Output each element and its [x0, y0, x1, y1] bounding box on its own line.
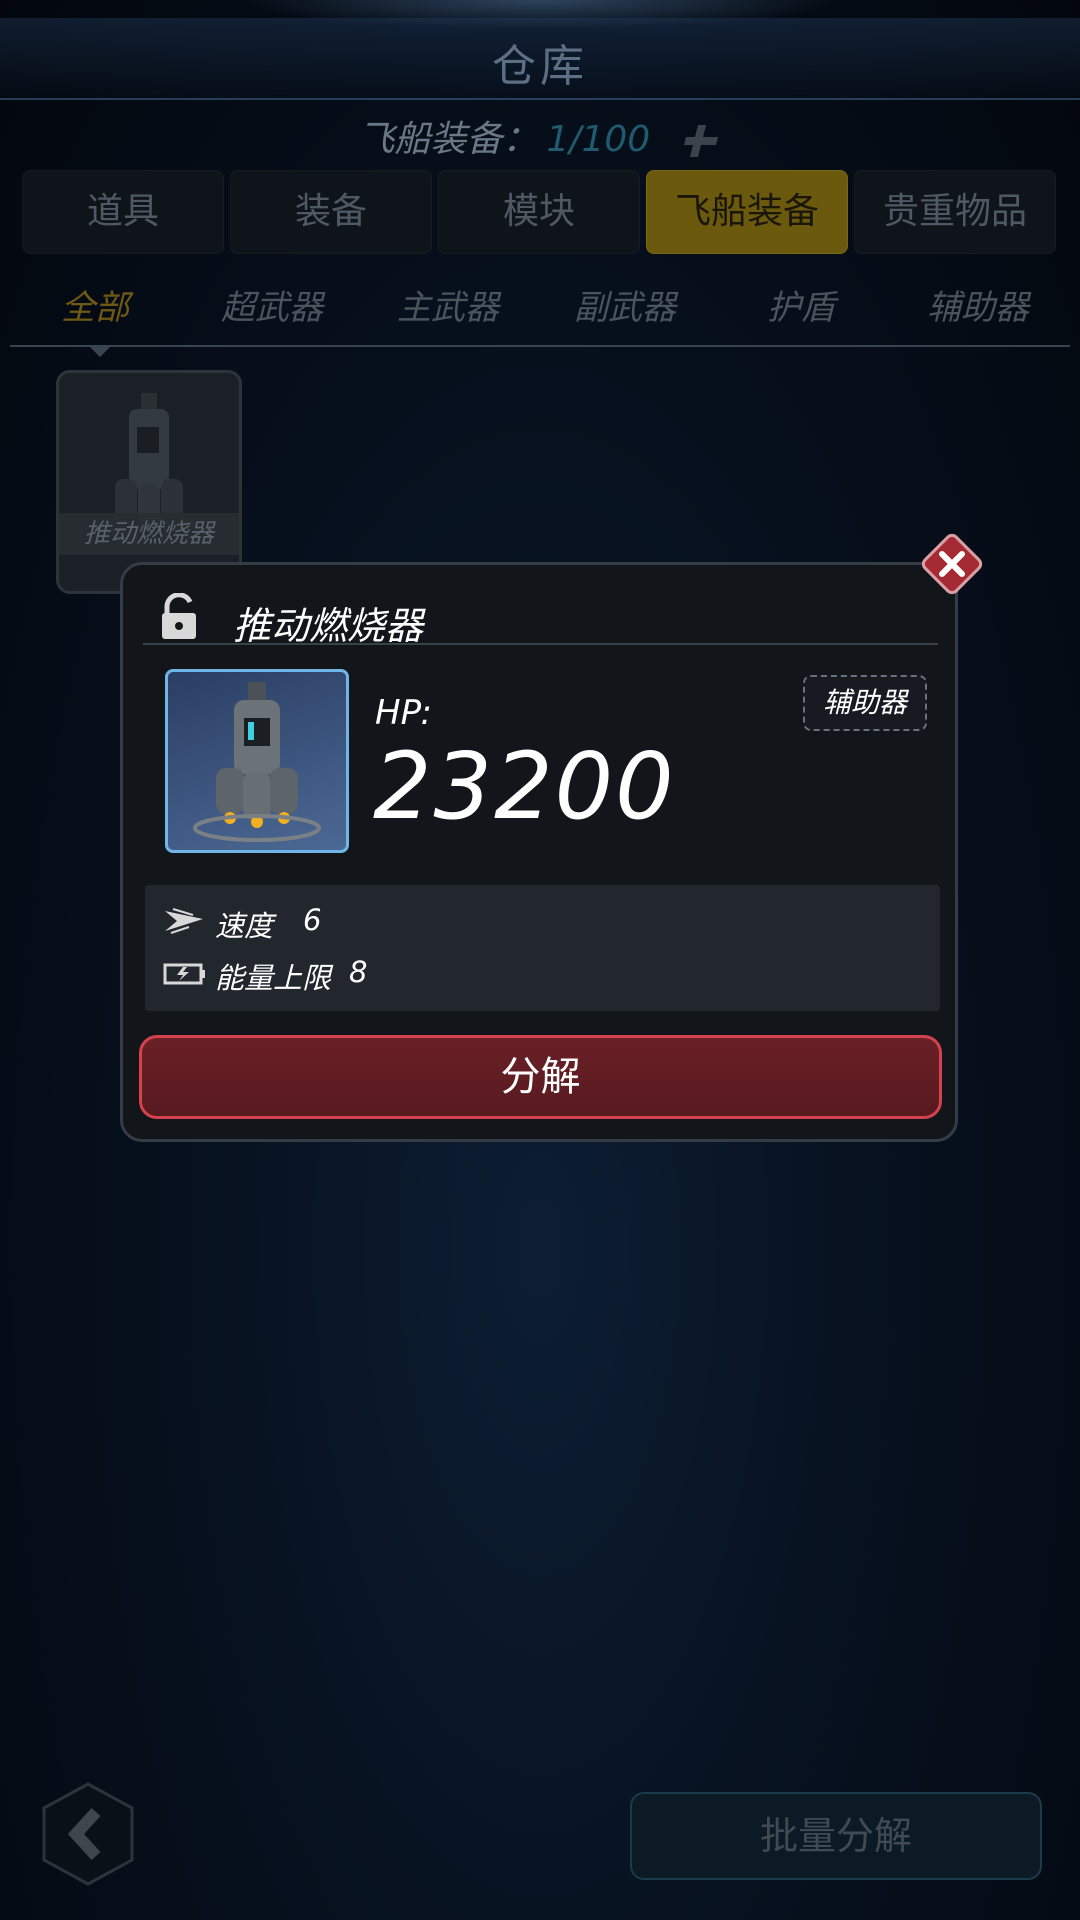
stat-name-energy: 能量上限 — [215, 961, 332, 995]
inventory-item[interactable]: 推动燃烧器 — [56, 370, 242, 594]
subtab-super-weapon[interactable]: 超武器 — [187, 280, 357, 329]
stat-value-speed: 6 — [303, 903, 322, 937]
plus-icon[interactable] — [682, 121, 722, 161]
tab-equipment[interactable]: 装备 — [230, 170, 432, 254]
subtab-shield[interactable]: 护盾 — [716, 280, 886, 329]
item-image — [165, 669, 349, 853]
unlock-icon[interactable] — [159, 593, 199, 641]
sub-tabs: 全部 超武器 主武器 副武器 护盾 辅助器 — [10, 280, 1070, 340]
capacity-row: 飞船装备： 1/100 — [0, 110, 1080, 162]
subtab-main-weapon[interactable]: 主武器 — [363, 280, 533, 329]
hp-label: HP: — [375, 693, 432, 733]
subtab-auxiliary[interactable]: 辅助器 — [893, 280, 1063, 329]
stats-box: 速度 6 能量上限 8 — [145, 885, 940, 1011]
hp-value: 23200 — [373, 733, 676, 840]
capacity-label: 飞船装备： — [358, 119, 539, 160]
stat-value-energy: 8 — [349, 955, 368, 989]
tab-ship-equipment[interactable]: 飞船装备 — [646, 170, 848, 254]
batch-decompose-button[interactable]: 批量分解 — [630, 1792, 1042, 1880]
inventory-item-label: 推动燃烧器 — [59, 513, 239, 555]
stat-name-speed: 速度 — [215, 909, 274, 943]
main-tabs: 道具 装备 模块 飞船装备 贵重物品 — [22, 170, 1062, 254]
stat-row-energy: 能量上限 8 — [163, 949, 903, 999]
decompose-button[interactable]: 分解 — [139, 1035, 942, 1119]
tab-modules[interactable]: 模块 — [438, 170, 640, 254]
tab-items[interactable]: 道具 — [22, 170, 224, 254]
item-detail-popup: 推动燃烧器 HP: 23200 辅助器 速度 6 能量上限 8 分解 — [120, 562, 958, 1142]
capacity-value: 1/100 — [546, 119, 651, 160]
popup-divider — [143, 643, 938, 645]
type-badge: 辅助器 — [803, 675, 927, 731]
stat-row-speed: 速度 6 — [163, 897, 903, 947]
page-title: 仓库 — [492, 41, 588, 92]
subtab-divider — [10, 345, 1070, 347]
subtab-all[interactable]: 全部 — [10, 280, 180, 329]
close-icon[interactable] — [918, 530, 986, 598]
tab-valuables[interactable]: 贵重物品 — [854, 170, 1056, 254]
speed-icon — [165, 908, 203, 934]
subtab-secondary-weapon[interactable]: 副武器 — [540, 280, 710, 329]
battery-icon — [163, 963, 205, 985]
popup-title: 推动燃烧器 — [233, 604, 424, 648]
chevron-left-icon[interactable] — [38, 1780, 138, 1888]
subtab-pointer — [88, 345, 112, 357]
thruster-icon — [193, 682, 321, 842]
